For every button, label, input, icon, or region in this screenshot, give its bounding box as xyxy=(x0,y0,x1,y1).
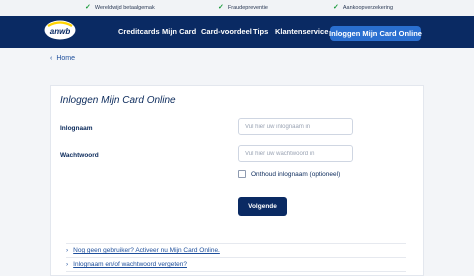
page-title: Inloggen Mijn Card Online xyxy=(60,95,176,106)
breadcrumb-home[interactable]: Home xyxy=(56,55,75,62)
check-icon: ✓ xyxy=(218,4,224,11)
usp-label: Wereldwijd betaalgemak xyxy=(94,4,155,11)
chevron-right-icon: › xyxy=(66,247,69,254)
divider xyxy=(66,243,406,244)
link-forgot-label[interactable]: Inlognaam en/of wachtwoord vergeten? xyxy=(73,261,187,268)
usp-item: ✓ Aankoopverzekering xyxy=(333,4,393,11)
nav-klantenservice[interactable]: Klantenservice xyxy=(275,27,328,36)
usp-item: ✓ Fraudepreventie xyxy=(218,4,268,11)
link-forgot[interactable]: › Inlognaam en/of wachtwoord vergeten? xyxy=(66,261,187,268)
divider xyxy=(66,271,406,272)
chevron-right-icon: › xyxy=(66,261,69,268)
login-card: Inloggen Mijn Card Online Inlognaam Wach… xyxy=(50,85,424,276)
usp-item: ✓ Wereldwijd betaalgemak xyxy=(85,4,155,11)
divider xyxy=(66,257,406,258)
username-input[interactable] xyxy=(238,118,353,135)
breadcrumb: ‹ Home xyxy=(50,55,75,62)
check-icon: ✓ xyxy=(85,4,91,11)
password-label: Wachtwoord xyxy=(60,152,99,159)
password-input[interactable] xyxy=(238,145,353,162)
login-button[interactable]: Inloggen Mijn Card Online xyxy=(329,26,422,41)
remember-checkbox[interactable] xyxy=(238,170,246,178)
chevron-left-icon: ‹ xyxy=(50,55,53,62)
nav-creditcards[interactable]: Creditcards xyxy=(118,27,160,36)
remember-row[interactable]: Onthoud inlognaam (optioneel) xyxy=(238,170,340,178)
anwb-logo[interactable]: anwb xyxy=(44,20,76,40)
svg-text:anwb: anwb xyxy=(50,27,71,36)
submit-button[interactable]: Volgende xyxy=(238,197,287,216)
usp-label: Fraudepreventie xyxy=(227,4,268,11)
username-label: Inlognaam xyxy=(60,125,93,132)
remember-label: Onthoud inlognaam (optioneel) xyxy=(251,170,341,178)
link-activate[interactable]: › Nog geen gebruiker? Activeer nu Mijn C… xyxy=(66,247,220,254)
nav-mijn-card[interactable]: Mijn Card xyxy=(162,27,196,36)
link-activate-label[interactable]: Nog geen gebruiker? Activeer nu Mijn Car… xyxy=(73,247,220,254)
nav-card-voordeel[interactable]: Card-voordeel xyxy=(201,27,252,36)
check-icon: ✓ xyxy=(333,4,339,11)
nav-tips[interactable]: Tips xyxy=(253,27,268,36)
usp-bar: ✓ Wereldwijd betaalgemak ✓ Fraudeprevent… xyxy=(0,0,474,16)
usp-label: Aankoopverzekering xyxy=(342,4,394,11)
